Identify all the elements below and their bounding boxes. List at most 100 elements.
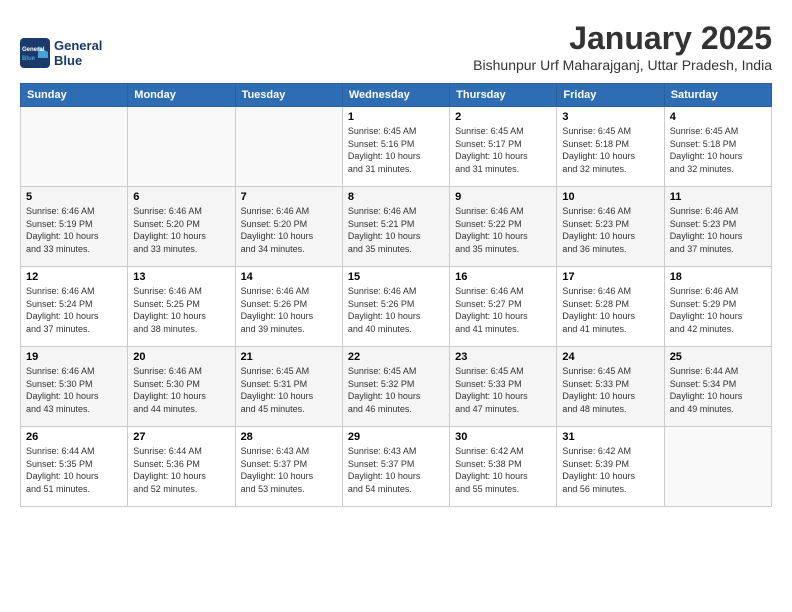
day-number: 5 — [26, 191, 122, 203]
day-number: 2 — [455, 111, 551, 123]
day-cell: 19 Sunrise: 6:46 AM Sunset: 5:30 PM Dayli… — [21, 347, 128, 427]
day-cell: 9Sunrise: 6:46 AM Sunset: 5:22 PM Daylig… — [450, 187, 557, 267]
day-detail: Sunrise: 6:46 AM Sunset: 5:23 PM Dayligh… — [562, 205, 658, 255]
day-number: 18 — [670, 271, 766, 283]
day-cell: 16Sunrise: 6:46 AM Sunset: 5:27 PM Dayli… — [450, 267, 557, 347]
day-detail: Sunrise: 6:45 AM Sunset: 5:32 PM Dayligh… — [348, 365, 444, 415]
day-cell: 27Sunrise: 6:44 AM Sunset: 5:36 PM Dayli… — [128, 427, 235, 507]
day-cell: 17Sunrise: 6:46 AM Sunset: 5:28 PM Dayli… — [557, 267, 664, 347]
day-cell: 5 Sunrise: 6:46 AM Sunset: 5:19 PM Daylig… — [21, 187, 128, 267]
week-row-4: 19 Sunrise: 6:46 AM Sunset: 5:30 PM Dayli… — [21, 347, 772, 427]
week-row-2: 5 Sunrise: 6:46 AM Sunset: 5:19 PM Daylig… — [21, 187, 772, 267]
day-cell: 15Sunrise: 6:46 AM Sunset: 5:26 PM Dayli… — [342, 267, 449, 347]
header-friday: Friday — [557, 84, 664, 107]
day-number: 19 — [26, 351, 122, 363]
header-thursday: Thursday — [450, 84, 557, 107]
day-cell: 10 Sunrise: 6:46 AM Sunset: 5:23 PM Dayli… — [557, 187, 664, 267]
day-number: 1 — [348, 111, 444, 123]
day-number: 4 — [670, 111, 766, 123]
day-cell: 20Sunrise: 6:46 AM Sunset: 5:30 PM Dayli… — [128, 347, 235, 427]
day-cell: 14Sunrise: 6:46 AM Sunset: 5:26 PM Dayli… — [235, 267, 342, 347]
day-cell: 22 Sunrise: 6:45 AM Sunset: 5:32 PM Dayli… — [342, 347, 449, 427]
day-cell: 11 Sunrise: 6:46 AM Sunset: 5:23 PM Dayli… — [664, 187, 771, 267]
day-number: 22 — [348, 351, 444, 363]
calendar-title: January 2025 — [473, 20, 772, 57]
day-detail: Sunrise: 6:46 AM Sunset: 5:24 PM Dayligh… — [26, 285, 122, 335]
day-detail: Sunrise: 6:45 AM Sunset: 5:16 PM Dayligh… — [348, 125, 444, 175]
week-row-3: 12 Sunrise: 6:46 AM Sunset: 5:24 PM Dayli… — [21, 267, 772, 347]
day-number: 3 — [562, 111, 658, 123]
header-monday: Monday — [128, 84, 235, 107]
logo-icon: General Blue — [20, 38, 50, 68]
day-number: 17 — [562, 271, 658, 283]
day-detail: Sunrise: 6:45 AM Sunset: 5:33 PM Dayligh… — [562, 365, 658, 415]
day-cell: 28 Sunrise: 6:43 AM Sunset: 5:37 PM Dayli… — [235, 427, 342, 507]
day-cell: 18 Sunrise: 6:46 AM Sunset: 5:29 PM Dayli… — [664, 267, 771, 347]
day-number: 6 — [133, 191, 229, 203]
day-detail: Sunrise: 6:43 AM Sunset: 5:37 PM Dayligh… — [241, 445, 337, 495]
day-cell — [128, 107, 235, 187]
day-cell: 21 Sunrise: 6:45 AM Sunset: 5:31 PM Dayli… — [235, 347, 342, 427]
logo-line1: General — [54, 38, 102, 54]
day-number: 14 — [241, 271, 337, 283]
day-cell: 13Sunrise: 6:46 AM Sunset: 5:25 PM Dayli… — [128, 267, 235, 347]
day-number: 13 — [133, 271, 229, 283]
day-cell: 2Sunrise: 6:45 AM Sunset: 5:17 PM Daylig… — [450, 107, 557, 187]
day-detail: Sunrise: 6:46 AM Sunset: 5:21 PM Dayligh… — [348, 205, 444, 255]
day-detail: Sunrise: 6:46 AM Sunset: 5:23 PM Dayligh… — [670, 205, 766, 255]
day-cell — [235, 107, 342, 187]
day-cell — [21, 107, 128, 187]
header-saturday: Saturday — [664, 84, 771, 107]
day-number: 29 — [348, 431, 444, 443]
day-cell: 3Sunrise: 6:45 AM Sunset: 5:18 PM Daylig… — [557, 107, 664, 187]
day-number: 7 — [241, 191, 337, 203]
logo: General Blue General Blue — [20, 38, 102, 69]
day-number: 21 — [241, 351, 337, 363]
day-detail: Sunrise: 6:45 AM Sunset: 5:18 PM Dayligh… — [670, 125, 766, 175]
day-cell: 7Sunrise: 6:46 AM Sunset: 5:20 PM Daylig… — [235, 187, 342, 267]
day-detail: Sunrise: 6:46 AM Sunset: 5:22 PM Dayligh… — [455, 205, 551, 255]
day-cell: 6 Sunrise: 6:46 AM Sunset: 5:20 PM Daylig… — [128, 187, 235, 267]
day-number: 25 — [670, 351, 766, 363]
day-detail: Sunrise: 6:43 AM Sunset: 5:37 PM Dayligh… — [348, 445, 444, 495]
day-cell: 23 Sunrise: 6:45 AM Sunset: 5:33 PM Dayli… — [450, 347, 557, 427]
day-detail: Sunrise: 6:42 AM Sunset: 5:38 PM Dayligh… — [455, 445, 551, 495]
day-cell — [664, 427, 771, 507]
calendar-subtitle: Bishunpur Urf Maharajganj, Uttar Pradesh… — [473, 57, 772, 73]
header-row: SundayMondayTuesdayWednesdayThursdayFrid… — [21, 84, 772, 107]
day-detail: Sunrise: 6:46 AM Sunset: 5:26 PM Dayligh… — [348, 285, 444, 335]
day-number: 16 — [455, 271, 551, 283]
day-number: 12 — [26, 271, 122, 283]
day-detail: Sunrise: 6:45 AM Sunset: 5:33 PM Dayligh… — [455, 365, 551, 415]
day-number: 11 — [670, 191, 766, 203]
day-detail: Sunrise: 6:45 AM Sunset: 5:31 PM Dayligh… — [241, 365, 337, 415]
day-detail: Sunrise: 6:46 AM Sunset: 5:30 PM Dayligh… — [26, 365, 122, 415]
day-number: 10 — [562, 191, 658, 203]
day-cell: 1 Sunrise: 6:45 AM Sunset: 5:16 PM Daylig… — [342, 107, 449, 187]
svg-text:Blue: Blue — [22, 56, 36, 62]
day-cell: 25 Sunrise: 6:44 AM Sunset: 5:34 PM Dayli… — [664, 347, 771, 427]
day-cell: 8 Sunrise: 6:46 AM Sunset: 5:21 PM Daylig… — [342, 187, 449, 267]
day-detail: Sunrise: 6:44 AM Sunset: 5:34 PM Dayligh… — [670, 365, 766, 415]
header-sunday: Sunday — [21, 84, 128, 107]
day-number: 24 — [562, 351, 658, 363]
title-section: January 2025 Bishunpur Urf Maharajganj, … — [473, 20, 772, 73]
day-detail: Sunrise: 6:46 AM Sunset: 5:29 PM Dayligh… — [670, 285, 766, 335]
day-number: 8 — [348, 191, 444, 203]
day-cell: 31 Sunrise: 6:42 AM Sunset: 5:39 PM Dayli… — [557, 427, 664, 507]
day-number: 28 — [241, 431, 337, 443]
day-number: 23 — [455, 351, 551, 363]
day-cell: 12 Sunrise: 6:46 AM Sunset: 5:24 PM Dayli… — [21, 267, 128, 347]
day-cell: 4 Sunrise: 6:45 AM Sunset: 5:18 PM Daylig… — [664, 107, 771, 187]
week-row-1: 1 Sunrise: 6:45 AM Sunset: 5:16 PM Daylig… — [21, 107, 772, 187]
logo-line2: Blue — [54, 53, 102, 69]
day-number: 20 — [133, 351, 229, 363]
day-number: 30 — [455, 431, 551, 443]
day-detail: Sunrise: 6:46 AM Sunset: 5:20 PM Dayligh… — [133, 205, 229, 255]
header-tuesday: Tuesday — [235, 84, 342, 107]
day-cell: 26Sunrise: 6:44 AM Sunset: 5:35 PM Dayli… — [21, 427, 128, 507]
day-number: 31 — [562, 431, 658, 443]
day-detail: Sunrise: 6:46 AM Sunset: 5:19 PM Dayligh… — [26, 205, 122, 255]
day-detail: Sunrise: 6:42 AM Sunset: 5:39 PM Dayligh… — [562, 445, 658, 495]
svg-text:General: General — [22, 47, 45, 53]
